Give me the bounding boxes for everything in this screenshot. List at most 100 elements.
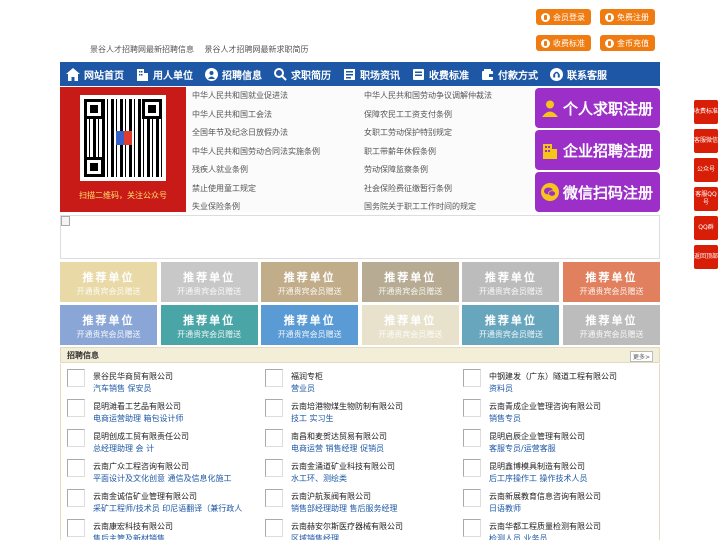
company-name[interactable]: 云南培港物煤生物防制有限公司 bbox=[291, 401, 403, 412]
law-link[interactable]: 禁止使用童工规定 bbox=[192, 183, 256, 194]
job-item[interactable]: 景谷民华商贸有限公司 汽车销售 保安员 bbox=[61, 364, 251, 394]
job-positions[interactable]: 日语教师 bbox=[489, 503, 521, 514]
fee-standard-button[interactable]: 收费标准 bbox=[536, 35, 591, 51]
company-name[interactable]: 云南金诚信矿业管理有限公司 bbox=[93, 491, 197, 502]
recommend-slot[interactable]: 推荐单位 开通贵宾会员赠送 bbox=[160, 262, 258, 302]
top-link-jobs[interactable]: 景谷人才招聘网最新招聘信息 bbox=[90, 45, 194, 54]
job-positions[interactable]: 营业员 bbox=[291, 383, 315, 394]
company-name[interactable]: 南昌和麦贺达贸易有限公司 bbox=[291, 431, 387, 442]
job-item[interactable]: 云南赫安尔斯医疗器械有限公司 区域销售经理 bbox=[259, 514, 449, 540]
company-name[interactable]: 昆明滩看工艺品有限公司 bbox=[93, 401, 181, 412]
job-positions[interactable]: 销售专员 bbox=[489, 413, 521, 424]
job-positions[interactable]: 平面设计及文化创意 通信及信息化施工 bbox=[93, 473, 232, 484]
nav-resumes[interactable]: 求职简历 bbox=[268, 62, 337, 86]
nav-news[interactable]: 职场资讯 bbox=[337, 62, 406, 86]
nav-payment[interactable]: 付款方式 bbox=[475, 62, 544, 86]
recommend-slot[interactable]: 推荐单位 开通贵宾会员赠送 bbox=[563, 262, 660, 302]
company-name[interactable]: 云南青成企业管理咨询有限公司 bbox=[489, 401, 601, 412]
job-item[interactable]: 云南金诚信矿业管理有限公司 采矿工程师/技术员 印尼语翻译（兼行政人 bbox=[61, 484, 251, 514]
law-link[interactable]: 职工带薪年休假条例 bbox=[364, 146, 436, 157]
side-back-to-top[interactable]: 返回顶部 bbox=[694, 245, 718, 269]
law-link[interactable]: 中华人民共和国工会法 bbox=[192, 109, 272, 120]
jobseeker-register-button[interactable]: 个人求职注册 bbox=[535, 88, 660, 128]
job-positions[interactable]: 电商运营 销售经理 促销员 bbox=[291, 443, 384, 454]
job-item[interactable]: 云南华都工程质量检测有限公司 检测人员 业务员 bbox=[457, 514, 647, 540]
job-item[interactable]: 云南金涌道矿业科技有限公司 水工环、测绘类 bbox=[259, 454, 449, 484]
company-name[interactable]: 云南新展教育信息咨询有限公司 bbox=[489, 491, 601, 502]
coin-recharge-button[interactable]: 金币充值 bbox=[600, 35, 655, 51]
recommend-slot[interactable]: 推荐单位 开通贵宾会员赠送 bbox=[361, 262, 459, 302]
job-positions[interactable]: 技工 实习生 bbox=[291, 413, 334, 424]
law-link[interactable]: 残疾人就业条例 bbox=[192, 164, 248, 175]
job-positions[interactable]: 水工环、测绘类 bbox=[291, 473, 347, 484]
company-name[interactable]: 昆明鑫博模具制造有限公司 bbox=[489, 461, 585, 472]
job-item[interactable]: 昆明创成工贸有限责任公司 总经理助理 会 计 bbox=[61, 424, 251, 454]
side-service-qq[interactable]: 客服QQ号 bbox=[694, 187, 718, 211]
recommend-slot[interactable]: 推荐单位 开通贵宾会员赠送 bbox=[261, 262, 359, 302]
job-item[interactable]: 云南培港物煤生物防制有限公司 技工 实习生 bbox=[259, 394, 449, 424]
law-link[interactable]: 保障农民工工资支付条例 bbox=[364, 109, 452, 120]
job-item[interactable]: 昆明鑫博模具制造有限公司 后工序操作工 操作技术人员 bbox=[457, 454, 647, 484]
law-link[interactable]: 中华人民共和国就业促进法 bbox=[192, 90, 288, 101]
job-item[interactable]: 中钢建发（广东）隧道工程有限公司 资料员 bbox=[457, 364, 647, 394]
company-register-button[interactable]: 企业招聘注册 bbox=[535, 130, 660, 170]
job-item[interactable]: 云南沪航泵阀有限公司 销售部经理助理 售后服务经理 bbox=[259, 484, 449, 514]
job-item[interactable]: 南昌和麦贺达贸易有限公司 电商运营 销售经理 促销员 bbox=[259, 424, 449, 454]
recommend-slot[interactable]: 推荐单位 开通贵宾会员赠送 bbox=[361, 305, 459, 345]
banner-ad[interactable] bbox=[60, 215, 660, 259]
company-name[interactable]: 中钢建发（广东）隧道工程有限公司 bbox=[489, 371, 617, 382]
side-service-wechat[interactable]: 客服微信 bbox=[694, 129, 718, 153]
recommend-slot[interactable]: 推荐单位 开通贵宾会员赠送 bbox=[462, 262, 560, 302]
company-name[interactable]: 云南康宏科技有限公司 bbox=[93, 521, 173, 532]
recommend-slot[interactable]: 推荐单位 开通贵宾会员赠送 bbox=[462, 305, 560, 345]
job-item[interactable]: 云南广众工程咨询有限公司 平面设计及文化创意 通信及信息化施工 bbox=[61, 454, 251, 484]
side-official-account[interactable]: 公众号 bbox=[694, 158, 718, 182]
nav-service[interactable]: 联系客服 bbox=[544, 62, 613, 86]
job-positions[interactable]: 客服专员/运营客服 bbox=[489, 443, 556, 454]
company-name[interactable]: 云南广众工程咨询有限公司 bbox=[93, 461, 189, 472]
recommend-slot[interactable]: 推荐单位 开通贵宾会员赠送 bbox=[563, 305, 660, 345]
company-name[interactable]: 云南赫安尔斯医疗器械有限公司 bbox=[291, 521, 403, 532]
job-item[interactable]: 昆明启辰企业管理有限公司 客服专员/运营客服 bbox=[457, 424, 647, 454]
job-positions[interactable]: 采矿工程师/技术员 印尼语翻译（兼行政人 bbox=[93, 503, 242, 514]
job-item[interactable]: 云南青成企业管理咨询有限公司 销售专员 bbox=[457, 394, 647, 424]
law-link[interactable]: 全国年节及纪念日放假办法 bbox=[192, 127, 288, 138]
job-positions[interactable]: 区域销售经理 bbox=[291, 533, 339, 540]
job-item[interactable]: 福润专柜 营业员 bbox=[259, 364, 449, 394]
nav-home[interactable]: 网站首页 bbox=[60, 62, 130, 86]
law-link[interactable]: 国务院关于职工工作时间的规定 bbox=[364, 201, 476, 212]
job-item[interactable]: 云南康宏科技有限公司 售后主管及新材销售 bbox=[61, 514, 251, 540]
top-link-resumes[interactable]: 景谷人才招聘网最新求职简历 bbox=[205, 45, 309, 54]
company-name[interactable]: 云南金涌道矿业科技有限公司 bbox=[291, 461, 395, 472]
free-register-button[interactable]: 免费注册 bbox=[600, 9, 655, 25]
member-login-button[interactable]: 会员登录 bbox=[536, 9, 591, 25]
wechat-register-button[interactable]: 微信扫码注册 bbox=[535, 172, 660, 212]
recommend-slot[interactable]: 推荐单位 开通贵宾会员赠送 bbox=[160, 305, 258, 345]
nav-fees[interactable]: 收费标准 bbox=[406, 62, 475, 86]
law-link[interactable]: 中华人民共和国劳动争议调解仲裁法 bbox=[364, 90, 492, 101]
job-positions[interactable]: 总经理助理 会 计 bbox=[93, 443, 154, 454]
law-link[interactable]: 失业保险条例 bbox=[192, 201, 240, 212]
recommend-slot[interactable]: 推荐单位 开通贵宾会员赠送 bbox=[60, 262, 157, 302]
side-qq-group[interactable]: QQ群 bbox=[694, 216, 718, 240]
company-name[interactable]: 福润专柜 bbox=[291, 371, 323, 382]
company-name[interactable]: 云南华都工程质量检测有限公司 bbox=[489, 521, 601, 532]
recommend-slot[interactable]: 推荐单位 开通贵宾会员赠送 bbox=[261, 305, 359, 345]
nav-employers[interactable]: 用人单位 bbox=[130, 62, 199, 86]
side-fee-standard[interactable]: 收费标准 bbox=[694, 100, 718, 124]
company-name[interactable]: 云南沪航泵阀有限公司 bbox=[291, 491, 371, 502]
job-positions[interactable]: 售后主管及新材销售 bbox=[93, 533, 165, 540]
job-positions[interactable]: 电商运营助理 箱包设计师 bbox=[93, 413, 184, 424]
job-item[interactable]: 云南新展教育信息咨询有限公司 日语教师 bbox=[457, 484, 647, 514]
law-link[interactable]: 中华人民共和国劳动合同法实施条例 bbox=[192, 146, 320, 157]
law-link[interactable]: 女职工劳动保护特别规定 bbox=[364, 127, 452, 138]
law-link[interactable]: 社会保险费征缴暂行条例 bbox=[364, 183, 452, 194]
law-link[interactable]: 劳动保障监察条例 bbox=[364, 164, 428, 175]
company-name[interactable]: 昆明启辰企业管理有限公司 bbox=[489, 431, 585, 442]
job-positions[interactable]: 销售部经理助理 售后服务经理 bbox=[291, 503, 398, 514]
company-name[interactable]: 昆明创成工贸有限责任公司 bbox=[93, 431, 189, 442]
job-positions[interactable]: 检测人员 业务员 bbox=[489, 533, 548, 540]
job-positions[interactable]: 资料员 bbox=[489, 383, 513, 394]
job-positions[interactable]: 汽车销售 保安员 bbox=[93, 383, 152, 394]
more-button[interactable]: 更多> bbox=[629, 351, 653, 362]
